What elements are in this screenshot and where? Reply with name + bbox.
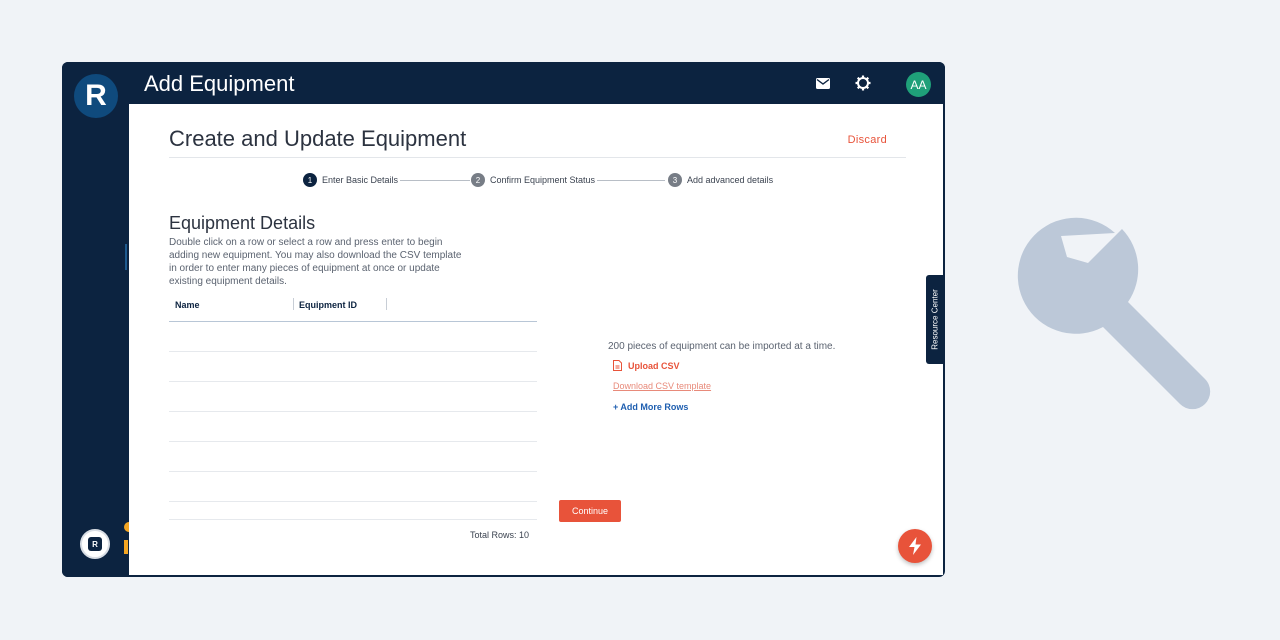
notification-bar xyxy=(124,540,128,554)
table-row[interactable] xyxy=(169,412,537,442)
quick-action-button[interactable] xyxy=(898,529,932,563)
file-icon xyxy=(613,360,622,371)
gear-icon[interactable] xyxy=(854,74,872,92)
app-window: R R Add Equipment AA Create and Update E… xyxy=(62,62,945,577)
step-label: Add advanced details xyxy=(687,175,774,185)
upload-csv-button[interactable]: Upload CSV xyxy=(613,360,680,371)
main-content: Create and Update Equipment Discard 1 En… xyxy=(129,104,943,575)
add-more-rows-button[interactable]: + Add More Rows xyxy=(613,402,688,412)
step-number: 2 xyxy=(471,173,485,187)
column-header-equipment-id[interactable]: Equipment ID xyxy=(299,300,357,310)
step-label: Enter Basic Details xyxy=(322,175,399,185)
topbar: Add Equipment AA xyxy=(128,62,945,104)
section-title: Equipment Details xyxy=(169,213,316,233)
section-description: Double click on a row or select a row an… xyxy=(169,237,462,287)
step-number: 3 xyxy=(668,173,682,187)
table-row[interactable] xyxy=(169,382,537,412)
page-header-title: Add Equipment xyxy=(144,71,295,96)
total-rows: Total Rows: 10 xyxy=(470,530,530,540)
sidebar-active-marker xyxy=(125,244,127,270)
assistant-icon: R xyxy=(88,537,102,551)
mail-icon[interactable] xyxy=(814,74,832,92)
step-confirm-equipment-status[interactable]: 2 Confirm Equipment Status xyxy=(471,173,595,187)
title-divider xyxy=(169,157,906,158)
discard-button[interactable]: Discard xyxy=(848,134,887,146)
stepper-connector xyxy=(597,180,665,181)
column-divider xyxy=(293,298,294,310)
step-add-advanced-details[interactable]: 3 Add advanced details xyxy=(668,173,773,187)
equipment-table: Name Equipment ID xyxy=(169,294,537,520)
table-row[interactable] xyxy=(169,502,537,520)
resource-center-label: Resource Center xyxy=(930,289,940,350)
column-header-name[interactable]: Name xyxy=(175,300,200,310)
lightning-icon xyxy=(909,537,921,555)
user-avatar[interactable]: AA xyxy=(906,72,931,97)
assistant-avatar[interactable]: R xyxy=(80,529,110,559)
stepper-connector xyxy=(400,180,470,181)
table-row[interactable] xyxy=(169,352,537,382)
step-number: 1 xyxy=(303,173,317,187)
resource-center-tab[interactable]: Resource Center xyxy=(926,275,944,364)
table-row[interactable] xyxy=(169,442,537,472)
import-info: 200 pieces of equipment can be imported … xyxy=(608,341,836,352)
step-enter-basic-details[interactable]: 1 Enter Basic Details xyxy=(303,173,398,187)
stepper: 1 Enter Basic Details 2 Confirm Equipmen… xyxy=(303,173,783,189)
app-logo[interactable]: R xyxy=(74,74,118,118)
wrench-icon xyxy=(1017,217,1211,410)
table-header: Name Equipment ID xyxy=(169,294,537,322)
download-csv-template-link[interactable]: Download CSV template xyxy=(613,381,711,391)
page-title: Create and Update Equipment xyxy=(169,126,467,151)
continue-button[interactable]: Continue xyxy=(559,500,621,522)
table-row[interactable] xyxy=(169,322,537,352)
sidebar: R R xyxy=(62,62,134,577)
import-panel: 200 pieces of equipment can be imported … xyxy=(608,341,836,412)
upload-csv-label: Upload CSV xyxy=(628,360,680,371)
table-row[interactable] xyxy=(169,472,537,502)
column-divider xyxy=(386,298,387,310)
step-label: Confirm Equipment Status xyxy=(490,175,596,185)
